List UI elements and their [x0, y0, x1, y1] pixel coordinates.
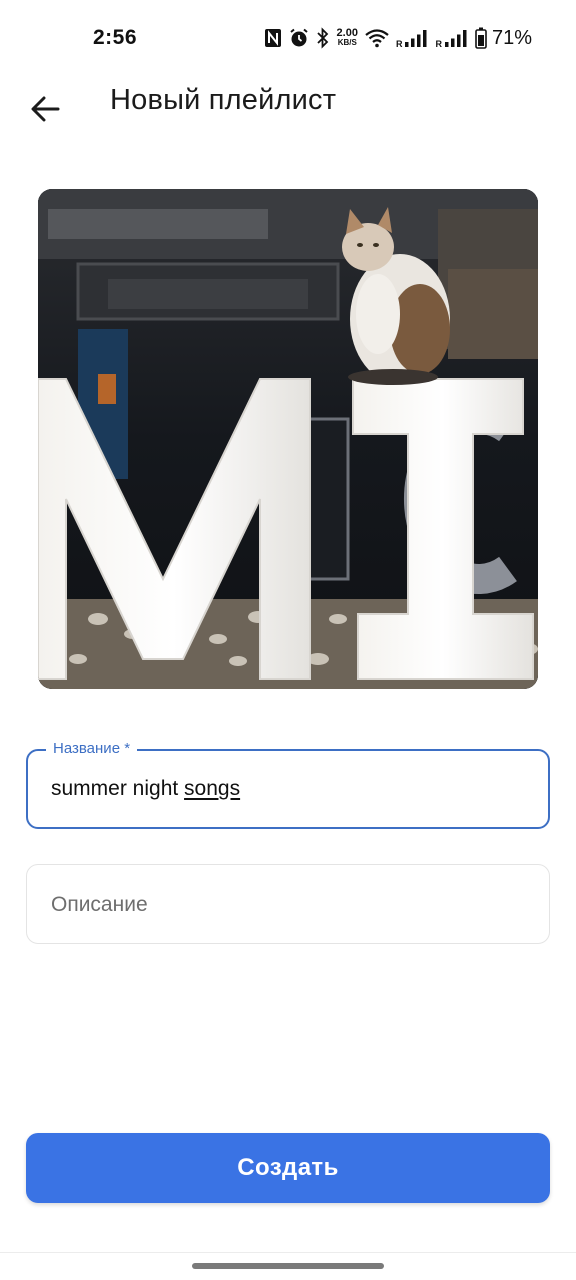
wifi-icon: [365, 29, 389, 48]
header: Новый плейлист: [0, 76, 576, 140]
status-icons: 2.00 KB/S R R 71%: [264, 24, 532, 52]
alarm-icon: [289, 28, 308, 47]
sim2-roaming-label: R: [435, 39, 442, 49]
playlist-name-text: summer night: [51, 777, 185, 800]
cover-photo: [38, 189, 538, 689]
playlist-name-field[interactable]: Название * summer night songs: [26, 740, 550, 829]
signal-icon: [405, 30, 427, 47]
bluetooth-icon: [316, 27, 328, 49]
bottom-divider: [0, 1252, 576, 1253]
home-indicator[interactable]: [192, 1263, 384, 1269]
playlist-cover[interactable]: [38, 189, 538, 689]
description-field[interactable]: Описание: [26, 864, 550, 944]
playlist-name-composing-text: songs: [184, 777, 241, 800]
playlist-name-label: Название *: [46, 740, 138, 757]
status-bar: 2:56 2.00 KB/S R R 71%: [0, 0, 576, 76]
description-placeholder: Описание: [51, 893, 148, 916]
create-button[interactable]: Создать: [26, 1133, 550, 1203]
net-speed-unit: KB/S: [337, 38, 357, 47]
nfc-icon: [264, 29, 281, 47]
page-title: Новый плейлист: [110, 84, 337, 116]
sim1-roaming-label: R: [395, 39, 403, 49]
battery-percent: 71%: [491, 26, 532, 49]
signal-icon: [444, 30, 467, 47]
playlist-name-input[interactable]: summer night songs: [51, 777, 240, 801]
back-button[interactable]: [22, 86, 68, 132]
net-speed-value: 2.00: [336, 27, 358, 39]
battery-icon: [475, 27, 487, 49]
net-speed: 2.00 KB/S: [337, 28, 358, 48]
arrow-left-icon: [31, 96, 60, 122]
status-time: 2:56: [93, 26, 138, 49]
